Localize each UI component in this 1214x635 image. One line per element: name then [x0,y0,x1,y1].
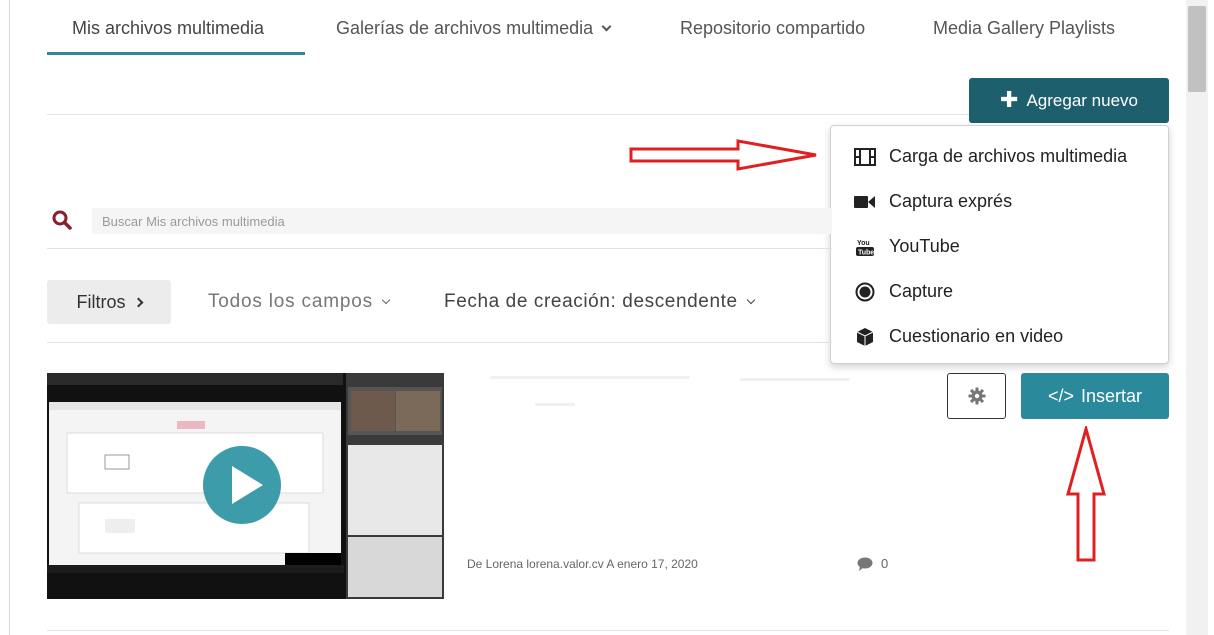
plus-icon: ✚ [1000,86,1019,112]
menu-item-youtube[interactable]: You Tube YouTube [853,236,960,257]
filters-label: Filtros [76,291,126,312]
page-left-border [9,0,10,635]
chevron-down-icon [601,21,612,32]
tab-label: Media Gallery Playlists [933,18,1116,38]
menu-item-label: Carga de archivos multimedia [889,146,1128,166]
cube-icon [853,327,877,347]
filters-button[interactable]: Filtros [47,280,171,324]
divider [47,342,832,343]
scrollbar-thumb[interactable] [1188,6,1206,92]
menu-item-express-capture[interactable]: Captura exprés [853,191,1012,212]
entry-meta: De Lorena lorena.valor.cv A enero 17, 20… [467,557,698,571]
svg-text:Tube: Tube [858,249,874,256]
menu-item-video-quiz[interactable]: Cuestionario en video [853,326,1063,347]
play-button[interactable] [203,446,281,524]
sort-label: Fecha de creación: descendente [444,291,738,312]
placeholder-line [490,376,690,379]
add-new-button[interactable]: ✚ Agregar nuevo [969,78,1169,123]
menu-item-label: Captura exprés [889,191,1013,211]
scrollbar-track[interactable] [1186,0,1208,635]
fields-label: Todos los campos [208,291,373,312]
tab-mis-archivos[interactable]: Mis archivos multimedia [72,18,264,39]
tab-label: Mis archivos multimedia [72,18,265,38]
placeholder-line [535,403,575,406]
add-new-menu: Carga de archivos multimedia Captura exp… [830,125,1169,364]
settings-button[interactable] [947,373,1006,419]
divider [47,630,1169,631]
menu-item-label: Cuestionario en video [889,326,1064,346]
record-icon [853,282,877,302]
search-icon[interactable] [52,210,72,235]
film-icon [853,147,877,166]
menu-item-label: YouTube [889,236,960,256]
tab-label: Galerías de archivos multimedia [336,18,594,38]
gear-icon [968,387,985,405]
search-input[interactable] [92,208,832,234]
youtube-icon: You Tube [853,237,877,257]
annotation-arrow-up [1066,426,1106,562]
tab-repositorio[interactable]: Repositorio compartido [680,18,865,39]
comment-count-value: 0 [881,556,889,571]
tab-label: Repositorio compartido [680,18,866,38]
annotation-arrow-right [629,139,817,171]
menu-item-upload[interactable]: Carga de archivos multimedia [853,146,1127,167]
chevron-right-icon [133,297,143,307]
svg-text:You: You [857,240,870,247]
chevron-down-icon [381,295,391,305]
code-icon: </> [1047,385,1074,406]
chevron-down-icon [746,295,755,305]
comment-count: 0 [857,556,888,571]
add-new-label: Agregar nuevo [1026,90,1138,110]
divider [47,248,832,249]
tab-galerias[interactable]: Galerías de archivos multimedia [336,18,612,39]
menu-item-capture[interactable]: Capture [853,281,953,302]
video-camera-icon [853,194,877,210]
active-tab-indicator [47,52,305,55]
insert-button[interactable]: </> Insertar [1021,373,1169,419]
placeholder-line [740,378,850,381]
sort-dropdown[interactable]: Fecha de creación: descendente [444,291,755,313]
menu-item-label: Capture [889,281,954,301]
comment-icon [857,557,873,571]
tab-playlists[interactable]: Media Gallery Playlists [933,18,1115,39]
insert-label: Insertar [1081,385,1143,406]
fields-dropdown[interactable]: Todos los campos [208,291,391,313]
